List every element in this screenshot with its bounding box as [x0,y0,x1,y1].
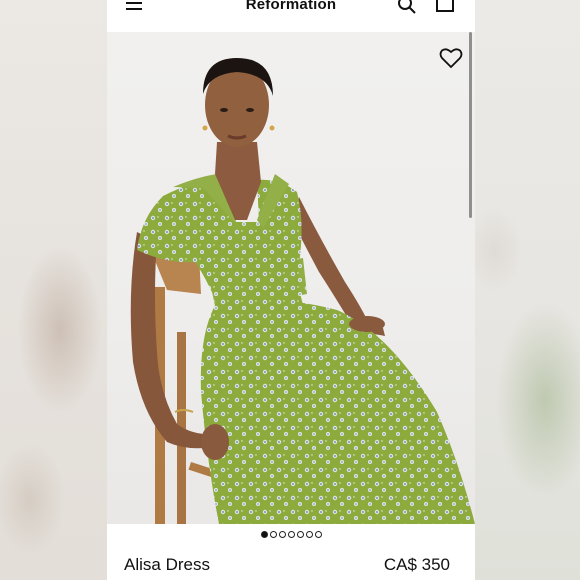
blurred-background-left [0,0,107,580]
product-name: Alisa Dress [124,555,210,574]
pagination-dot-6[interactable] [305,531,313,538]
brand-logo[interactable]: Reformation [107,0,475,13]
pagination-dot-7[interactable] [314,531,322,538]
scrollbar[interactable] [469,32,472,218]
pagination-dot-1[interactable] [260,531,268,538]
top-navigation-bar: Reformation [107,0,475,32]
heart-icon[interactable] [439,47,463,69]
pagination-dot-3[interactable] [278,531,286,538]
pagination-dot-4[interactable] [287,531,295,538]
blurred-background-right [475,0,580,580]
pagination-dot-5[interactable] [296,531,304,538]
search-icon[interactable] [397,0,417,15]
shopping-bag-icon[interactable] [435,0,455,14]
pagination-dot-2[interactable] [269,531,277,538]
product-image[interactable] [107,32,475,524]
product-price: CA$ 350 [383,555,450,574]
product-page: Reformation Alisa Dress CA$ 350 [107,0,475,580]
gallery-pagination [107,531,475,539]
model-wearing-dress-image [130,58,475,524]
